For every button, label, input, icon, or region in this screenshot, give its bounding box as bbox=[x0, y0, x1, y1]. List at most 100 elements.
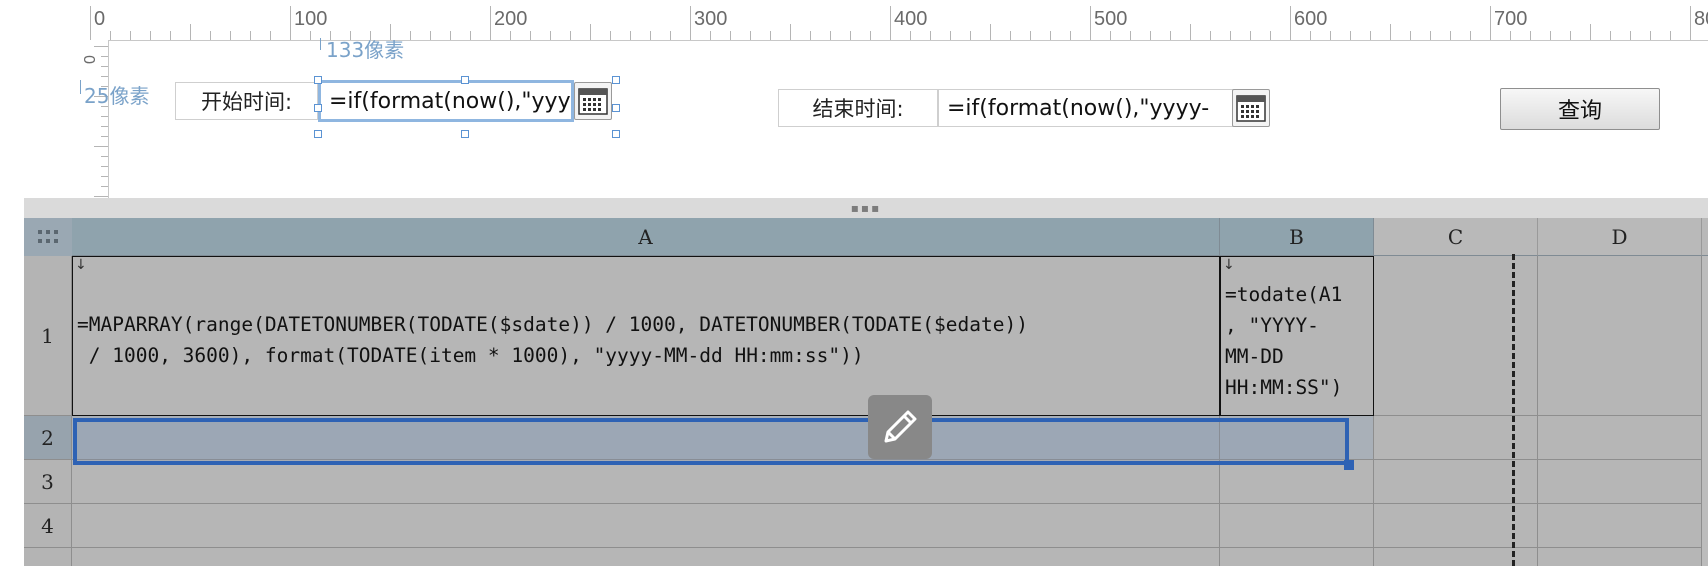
column-header-a[interactable]: A bbox=[72, 218, 1220, 256]
end-calendar-button[interactable] bbox=[1232, 89, 1270, 127]
resize-handle-tl[interactable] bbox=[314, 76, 322, 84]
edit-button[interactable] bbox=[868, 395, 932, 459]
ruler-minor-tick bbox=[550, 31, 551, 40]
ruler-label: 400 bbox=[894, 8, 928, 30]
select-all-corner[interactable] bbox=[24, 218, 73, 257]
parameter-pane[interactable]: 0 100 200 300 400 500 600 700 80 0 133像素 25像素 开始… bbox=[24, 0, 1708, 199]
ruler-label: 0 bbox=[94, 8, 106, 30]
column-header-c[interactable]: C bbox=[1374, 218, 1538, 256]
ruler-minor-tick bbox=[670, 31, 671, 40]
selection-fill-handle[interactable] bbox=[1344, 460, 1354, 470]
expand-arrow-icon: ↓ bbox=[1223, 257, 1235, 273]
ruler-minor-tick bbox=[150, 31, 151, 40]
height-hint-mark bbox=[80, 80, 81, 94]
ruler-major-tick bbox=[890, 6, 891, 40]
ruler-major-tick bbox=[1490, 6, 1491, 40]
ruler-v-tick bbox=[101, 166, 108, 167]
pencil-icon bbox=[884, 410, 917, 443]
resize-handle-ml[interactable] bbox=[314, 104, 322, 112]
ruler-minor-tick bbox=[730, 31, 731, 40]
ruler-minor-tick bbox=[530, 31, 531, 40]
ruler-label: 200 bbox=[494, 8, 528, 30]
row-header-1[interactable]: 1 bbox=[24, 256, 72, 416]
ruler-minor-tick bbox=[1050, 31, 1051, 40]
ruler-minor-tick bbox=[1170, 31, 1171, 40]
ruler-label: 500 bbox=[1094, 8, 1128, 30]
ruler-minor-tick bbox=[1530, 31, 1531, 40]
ruler-major-tick bbox=[1690, 6, 1691, 40]
cell-d5[interactable] bbox=[1538, 548, 1702, 566]
cell-b1-formula: =todate(A1 , "YYYY- MM-DD HH:MM:SS") bbox=[1225, 283, 1343, 399]
row-header-3[interactable]: 3 bbox=[24, 460, 72, 504]
ruler-minor-tick bbox=[1070, 31, 1071, 40]
ruler-minor-tick bbox=[210, 31, 211, 40]
row-header-2[interactable]: 2 bbox=[24, 416, 72, 460]
ruler-minor-tick bbox=[1450, 31, 1451, 40]
cell-d3[interactable] bbox=[1538, 460, 1702, 504]
ruler-minor-tick bbox=[570, 31, 571, 40]
ruler-minor-tick bbox=[250, 31, 251, 40]
ruler-minor-tick bbox=[930, 31, 931, 40]
cell-b4[interactable] bbox=[1220, 504, 1374, 548]
ruler-v-tick bbox=[101, 66, 108, 67]
ruler-v-tick bbox=[101, 156, 108, 157]
page-break-line bbox=[1512, 254, 1515, 566]
cell-a1[interactable]: ↓ =MAPARRAY(range(DATETONUMBER(TODATE($s… bbox=[72, 256, 1220, 416]
ruler-minor-tick bbox=[1210, 31, 1211, 40]
cell-a5[interactable] bbox=[72, 548, 1220, 566]
ruler-minor-tick bbox=[910, 31, 911, 40]
cell-b2[interactable] bbox=[1220, 416, 1374, 460]
pane-splitter[interactable]: ▪▪▪ bbox=[24, 198, 1708, 219]
cell-b1[interactable]: ↓ =todate(A1 , "YYYY- MM-DD HH:MM:SS") bbox=[1220, 256, 1374, 416]
cell-d1[interactable] bbox=[1538, 256, 1702, 416]
ruler-minor-tick bbox=[310, 31, 311, 40]
ruler-minor-tick bbox=[1650, 31, 1651, 40]
ruler-minor-tick bbox=[1390, 24, 1391, 40]
end-time-input[interactable]: =if(format(now(),"yyyy- bbox=[938, 89, 1234, 127]
ruler-minor-tick bbox=[130, 31, 131, 40]
column-header-b[interactable]: B bbox=[1220, 218, 1374, 256]
ruler-minor-tick bbox=[1410, 31, 1411, 40]
ruler-v-tick bbox=[101, 176, 108, 177]
ruler-major-tick bbox=[90, 6, 91, 40]
cell-a2[interactable] bbox=[72, 416, 1220, 460]
ruler-minor-tick bbox=[1110, 31, 1111, 40]
ruler-minor-tick bbox=[750, 31, 751, 40]
column-header-d[interactable]: D bbox=[1538, 218, 1702, 256]
ruler-major-tick bbox=[490, 6, 491, 40]
query-button[interactable]: 查询 bbox=[1500, 88, 1660, 130]
calendar-icon bbox=[578, 88, 608, 115]
resize-handle-bl[interactable] bbox=[314, 130, 322, 138]
ruler-minor-tick bbox=[430, 31, 431, 40]
row-header-5[interactable] bbox=[24, 548, 72, 566]
ruler-minor-tick bbox=[1030, 31, 1031, 40]
cell-d4[interactable] bbox=[1538, 504, 1702, 548]
cell-a4[interactable] bbox=[72, 504, 1220, 548]
resize-handle-bc[interactable] bbox=[461, 130, 469, 138]
report-grid[interactable]: A B C D 1 2 3 4 ↓ =MAPARRAY(range(DATETO… bbox=[24, 218, 1708, 566]
start-calendar-button[interactable] bbox=[574, 82, 612, 120]
grid-icon bbox=[38, 230, 58, 243]
width-hint-mark bbox=[320, 38, 321, 50]
ruler-minor-tick bbox=[1350, 31, 1351, 40]
ruler-minor-tick bbox=[230, 31, 231, 40]
resize-handle-tc[interactable] bbox=[461, 76, 469, 84]
cell-d2[interactable] bbox=[1538, 416, 1702, 460]
ruler-minor-tick bbox=[870, 31, 871, 40]
ruler-label: 700 bbox=[1494, 8, 1528, 30]
resize-handle-tr[interactable] bbox=[612, 76, 620, 84]
ruler-minor-tick bbox=[170, 31, 171, 40]
resize-handle-br[interactable] bbox=[612, 130, 620, 138]
ruler-minor-tick bbox=[1470, 31, 1471, 40]
ruler-minor-tick bbox=[1250, 31, 1251, 40]
start-time-input[interactable]: =if(format(now(),"yyyy- bbox=[318, 80, 574, 122]
height-hint: 25像素 bbox=[84, 84, 150, 108]
cell-a3[interactable] bbox=[72, 460, 1220, 504]
row-header-4[interactable]: 4 bbox=[24, 504, 72, 548]
ruler-minor-tick bbox=[1330, 31, 1331, 40]
ruler-minor-tick bbox=[770, 31, 771, 40]
resize-handle-mr[interactable] bbox=[612, 104, 620, 112]
ruler-v-tick bbox=[101, 76, 108, 77]
cell-b5[interactable] bbox=[1220, 548, 1374, 566]
ruler-v-tick bbox=[94, 146, 108, 147]
